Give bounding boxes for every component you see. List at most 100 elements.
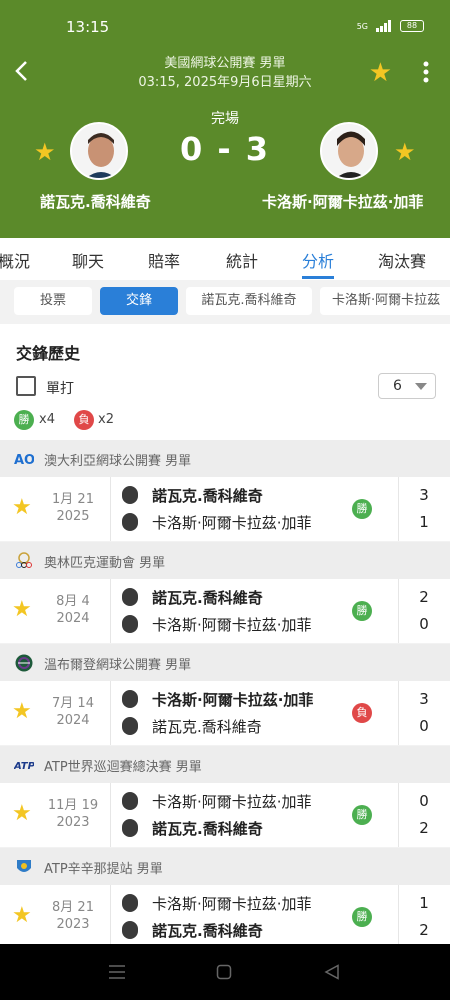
player2-avatar[interactable] — [320, 122, 378, 180]
top-player: 諾瓦克.喬科維奇 — [122, 587, 263, 609]
bottom-score: 0 — [419, 615, 429, 633]
top-score: 2 — [419, 588, 429, 606]
player2-star-icon[interactable]: ★ — [394, 138, 416, 166]
player1-avatar[interactable] — [70, 122, 128, 180]
tournament-header: AO 澳大利亞網球公開賽 男單 — [0, 440, 450, 477]
bottom-player: 諾瓦克.喬科維奇 — [122, 716, 262, 738]
favorite-star-icon[interactable]: ★ — [12, 597, 32, 622]
top-player-name: 卡洛斯·阿爾卡拉茲·加菲 — [152, 895, 312, 913]
bottom-score: 2 — [419, 819, 429, 837]
divider — [398, 885, 399, 949]
match-date: 8月 21 2023 — [44, 899, 102, 933]
favorite-star-icon[interactable]: ★ — [12, 801, 32, 826]
tab-chat[interactable]: 聊天 — [72, 248, 104, 272]
match-year: 2024 — [56, 713, 90, 728]
bottom-player: 卡洛斯·阿爾卡拉茲·加菲 — [122, 512, 312, 534]
tournament-header: ATP ATP世界巡迴賽總決賽 男單 — [0, 746, 450, 783]
favorite-star-icon[interactable]: ★ — [12, 495, 32, 520]
match-status: 完場 — [211, 111, 239, 127]
player-avatar-icon — [122, 716, 138, 735]
signal-icon — [376, 20, 391, 32]
singles-checkbox[interactable] — [16, 376, 36, 396]
match-date: 7月 14 2024 — [44, 695, 102, 729]
match-day: 8月 21 — [52, 900, 94, 915]
match-date: 11月 19 2023 — [44, 797, 102, 831]
loss-count: x2 — [98, 412, 114, 427]
match-count-select[interactable]: 6 — [378, 373, 436, 399]
favorite-star-icon[interactable]: ★ — [12, 903, 32, 928]
divider — [398, 783, 399, 847]
tab-stats[interactable]: 統計 — [226, 248, 258, 272]
system-nav-bar — [0, 944, 450, 1000]
network-label: 5G — [356, 21, 368, 31]
match-row[interactable]: ★ 11月 19 2023 卡洛斯·阿爾卡拉茲·加菲 諾瓦克.喬科維奇 勝 0 … — [0, 783, 450, 847]
chevron-down-icon — [415, 383, 427, 390]
result-badge: 勝 — [352, 499, 372, 519]
player-avatar-icon — [122, 791, 138, 810]
bottom-player-name: 諾瓦克.喬科維奇 — [152, 922, 263, 940]
olympic-rings-logo-icon — [16, 552, 32, 568]
chip-h2h[interactable]: 交鋒 — [100, 287, 178, 315]
tournament-name: ATP辛辛那提站 男單 — [44, 862, 163, 877]
player-avatar-icon — [122, 818, 138, 837]
tab-odds[interactable]: 賠率 — [148, 248, 180, 272]
player-avatar-icon — [122, 893, 138, 912]
divider — [398, 477, 399, 541]
match-row[interactable]: ★ 8月 4 2024 諾瓦克.喬科維奇 卡洛斯·阿爾卡拉茲·加菲 勝 2 0 — [0, 579, 450, 643]
chip-player2[interactable]: 卡洛斯·阿爾卡拉茲 — [320, 287, 450, 315]
chip-player1[interactable]: 諾瓦克.喬科維奇 — [186, 287, 312, 315]
bottom-player: 諾瓦克.喬科維奇 — [122, 818, 263, 840]
player1-name[interactable]: 諾瓦克.喬科維奇 — [40, 191, 151, 212]
tournament-header: ATP辛辛那提站 男單 — [0, 848, 450, 885]
result-badge: 勝 — [352, 601, 372, 621]
loss-badge: 負 — [74, 410, 94, 430]
divider — [398, 579, 399, 643]
top-score: 3 — [419, 690, 429, 708]
more-menu-icon[interactable] — [422, 60, 430, 84]
player-avatar-icon — [122, 689, 138, 708]
divider — [110, 477, 111, 541]
chip-vote[interactable]: 投票 — [14, 287, 92, 315]
match-count-value: 6 — [393, 378, 402, 394]
match-row[interactable]: ★ 8月 21 2023 卡洛斯·阿爾卡拉茲·加菲 諾瓦克.喬科維奇 勝 1 2 — [0, 885, 450, 949]
bottom-score: 0 — [419, 717, 429, 735]
top-player: 卡洛斯·阿爾卡拉茲·加菲 — [122, 791, 312, 813]
match-row[interactable]: ★ 7月 14 2024 卡洛斯·阿爾卡拉茲·加菲 諾瓦克.喬科維奇 負 3 0 — [0, 681, 450, 745]
win-badge: 勝 — [14, 410, 34, 430]
recent-apps-icon[interactable] — [108, 964, 126, 980]
home-icon[interactable] — [216, 964, 232, 980]
match-year: 2025 — [56, 509, 90, 524]
match-year: 2023 — [56, 815, 90, 830]
match-score: 0 - 3 — [179, 130, 271, 168]
player2-name[interactable]: 卡洛斯·阿爾卡拉茲·加菲 — [262, 191, 423, 212]
divider — [110, 579, 111, 643]
australian-open-logo-icon: AO — [14, 453, 34, 468]
tab-knockout[interactable]: 淘汰賽 — [378, 248, 426, 272]
match-header: 13:15 5G 88 美國網球公開賽 男單 03:15, 2025年9月6日星… — [0, 0, 450, 238]
cincinnati-logo-icon — [17, 860, 31, 872]
divider — [110, 681, 111, 745]
h2h-title: 交鋒歷史 — [16, 344, 81, 363]
top-score: 0 — [419, 792, 429, 810]
player-avatar-icon — [122, 485, 138, 504]
singles-label[interactable]: 單打 — [46, 378, 74, 398]
player-avatar-icon — [122, 512, 138, 531]
bottom-score: 1 — [419, 513, 429, 531]
match-row[interactable]: ★ 1月 21 2025 諾瓦克.喬科維奇 卡洛斯·阿爾卡拉茲·加菲 勝 3 1 — [0, 477, 450, 541]
atp-logo-icon: ATP — [14, 761, 34, 772]
player1-star-icon[interactable]: ★ — [34, 138, 56, 166]
top-player-name: 卡洛斯·阿爾卡拉茲·加菲 — [152, 793, 312, 811]
top-player: 卡洛斯·阿爾卡拉茲·加菲 — [122, 689, 313, 711]
bottom-player-name: 卡洛斯·阿爾卡拉茲·加菲 — [152, 514, 312, 532]
bottom-player-name: 諾瓦克.喬科維奇 — [152, 718, 262, 736]
player1-photo-icon — [72, 124, 126, 178]
tab-analysis[interactable]: 分析 — [302, 248, 334, 272]
top-player-name: 諾瓦克.喬科維奇 — [152, 487, 263, 505]
favorite-star-icon[interactable]: ★ — [12, 699, 32, 724]
bottom-player: 諾瓦克.喬科維奇 — [122, 920, 263, 942]
match-date: 1月 21 2025 — [44, 491, 102, 525]
tab-overview[interactable]: 概況 — [0, 248, 30, 272]
back-triangle-icon[interactable] — [324, 964, 340, 980]
player-avatar-icon — [122, 614, 138, 633]
favorite-star-icon[interactable]: ★ — [369, 58, 392, 88]
